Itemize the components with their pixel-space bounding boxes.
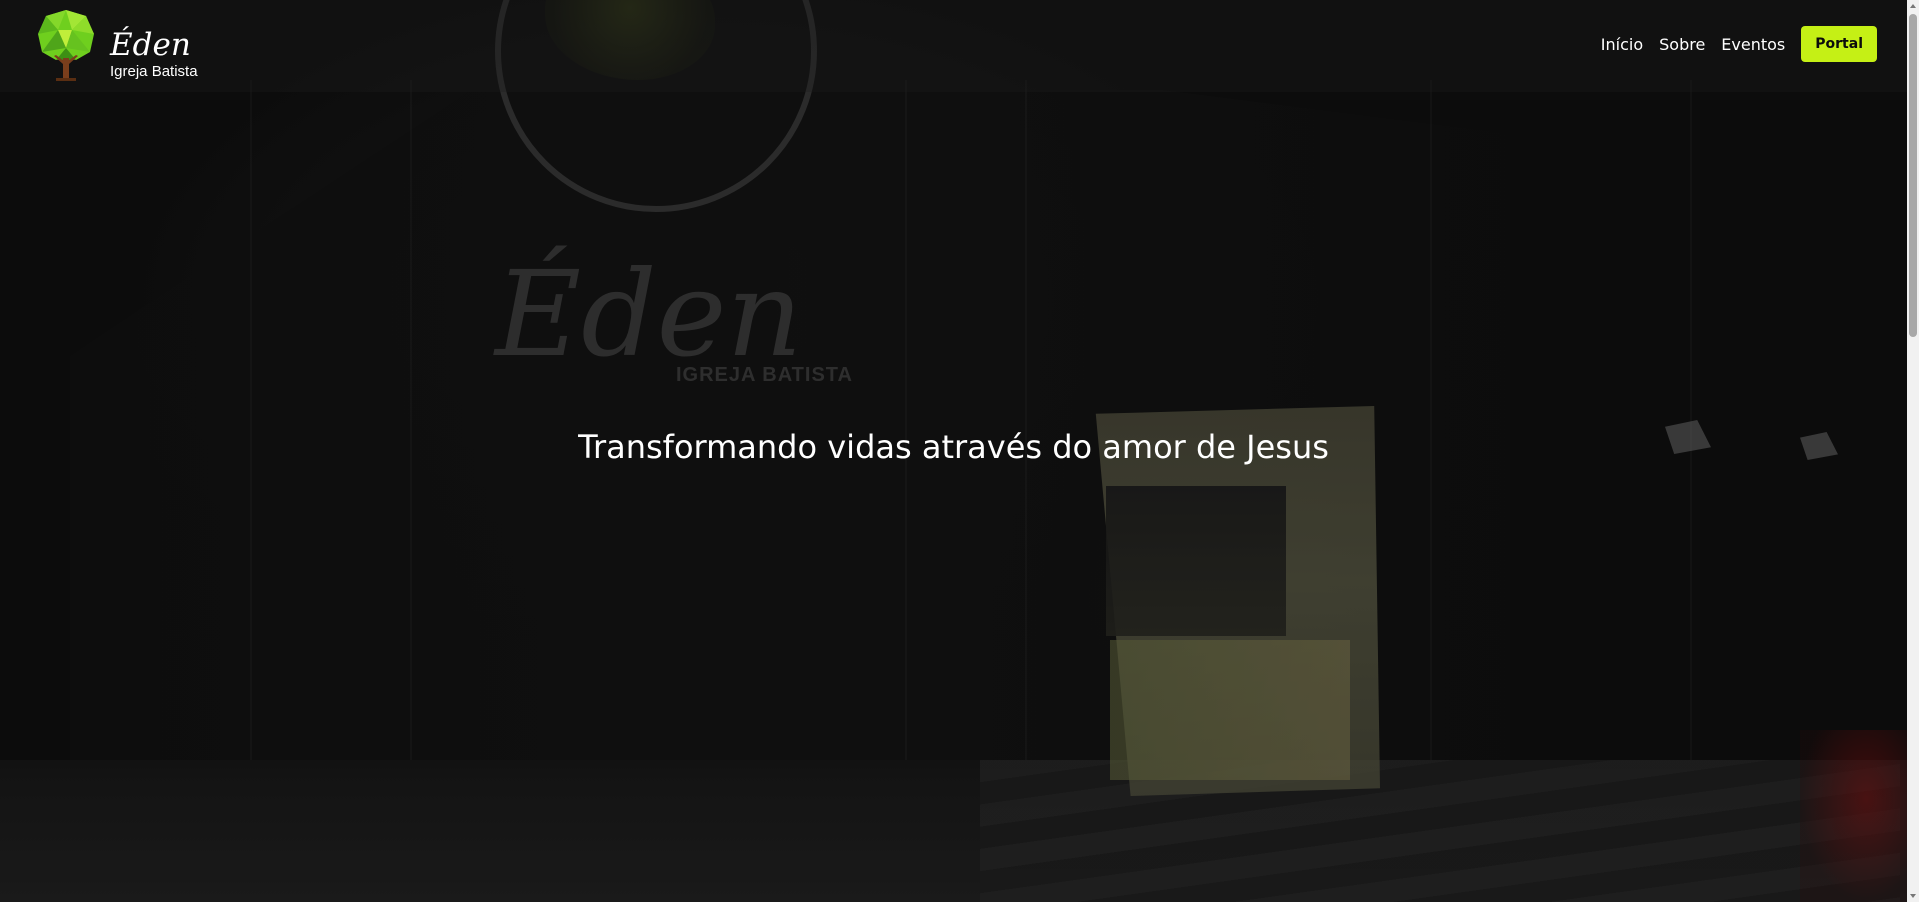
hero-headline: Transformando vidas através do amor de J…	[578, 428, 1329, 466]
portal-button[interactable]: Portal	[1801, 26, 1877, 62]
navbar: Éden Igreja Batista Início Sobre Eventos…	[0, 0, 1907, 92]
scroll-down-arrow-icon[interactable]	[1907, 890, 1919, 902]
main-nav: Início Sobre Eventos Portal	[1601, 26, 1877, 62]
nav-item-sobre[interactable]: Sobre	[1659, 35, 1705, 54]
scroll-up-arrow-icon[interactable]	[1907, 0, 1919, 12]
brand-subtitle: Igreja Batista	[110, 63, 198, 80]
nav-item-inicio[interactable]: Início	[1601, 35, 1643, 54]
brand-name: Éden	[110, 27, 191, 63]
hero-background: Éden IGREJA BATISTA Transformando vidas …	[0, 0, 1907, 902]
tree-logo-icon	[38, 10, 94, 81]
scrollbar-thumb[interactable]	[1909, 14, 1917, 337]
nav-item-eventos[interactable]: Eventos	[1721, 35, 1785, 54]
vertical-scrollbar[interactable]	[1907, 0, 1919, 902]
